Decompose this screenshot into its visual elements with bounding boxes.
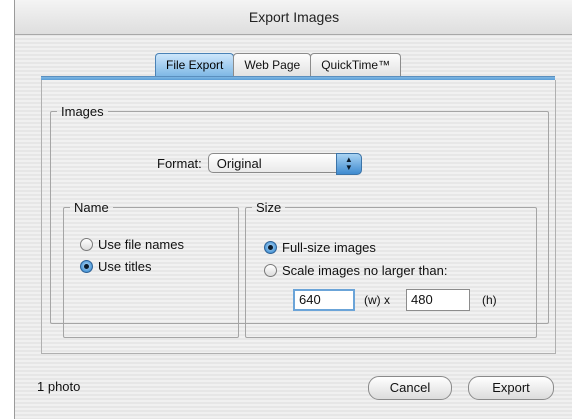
- radio-label: Use file names: [98, 237, 184, 252]
- radio-full-size-images[interactable]: Full-size images: [264, 240, 376, 255]
- height-unit-label: (h): [482, 293, 497, 307]
- width-unit-label: (w) x: [364, 293, 390, 307]
- name-legend: Name: [74, 200, 109, 215]
- radio-button-selected-icon[interactable]: [80, 260, 93, 273]
- format-row: Format: Original ▲ ▼: [157, 152, 362, 175]
- images-group: Images Format: Original ▲ ▼ Name Use file…: [50, 104, 549, 338]
- tab-quicktime[interactable]: QuickTime™: [310, 53, 402, 76]
- radio-scale-images[interactable]: Scale images no larger than:: [264, 263, 447, 278]
- radio-label: Use titles: [98, 259, 152, 274]
- cancel-button[interactable]: Cancel: [368, 376, 452, 400]
- name-group: Name Use file names Use titles: [63, 200, 239, 338]
- height-field[interactable]: 480: [406, 289, 470, 311]
- size-group: Size Full-size images Scale images no la…: [245, 200, 537, 338]
- tab-panel: Images Format: Original ▲ ▼ Name Use file…: [41, 80, 556, 354]
- tab-web-page[interactable]: Web Page: [233, 53, 312, 76]
- images-legend: Images: [61, 104, 104, 119]
- width-field[interactable]: 640: [293, 289, 355, 311]
- radio-label: Full-size images: [282, 240, 376, 255]
- export-button[interactable]: Export: [468, 376, 554, 400]
- radio-button-icon[interactable]: [264, 264, 277, 277]
- tab-file-export[interactable]: File Export: [155, 53, 235, 76]
- radio-label: Scale images no larger than:: [282, 263, 448, 278]
- size-legend: Size: [256, 200, 282, 215]
- radio-use-titles[interactable]: Use titles: [80, 259, 151, 274]
- up-down-arrows-icon: ▲ ▼: [335, 153, 362, 175]
- format-select[interactable]: Original ▲ ▼: [207, 153, 362, 175]
- format-value: Original: [216, 156, 262, 171]
- window-title: Export Images: [15, 0, 572, 35]
- format-label: Format:: [157, 155, 202, 171]
- radio-button-icon[interactable]: [80, 238, 93, 251]
- export-dialog: Export Images File Export Web Page Quick…: [14, 0, 572, 419]
- radio-use-file-names[interactable]: Use file names: [80, 237, 184, 252]
- tab-bar: File Export Web Page QuickTime™: [155, 53, 402, 77]
- radio-button-selected-icon[interactable]: [264, 241, 277, 254]
- photo-count: 1 photo: [37, 379, 81, 394]
